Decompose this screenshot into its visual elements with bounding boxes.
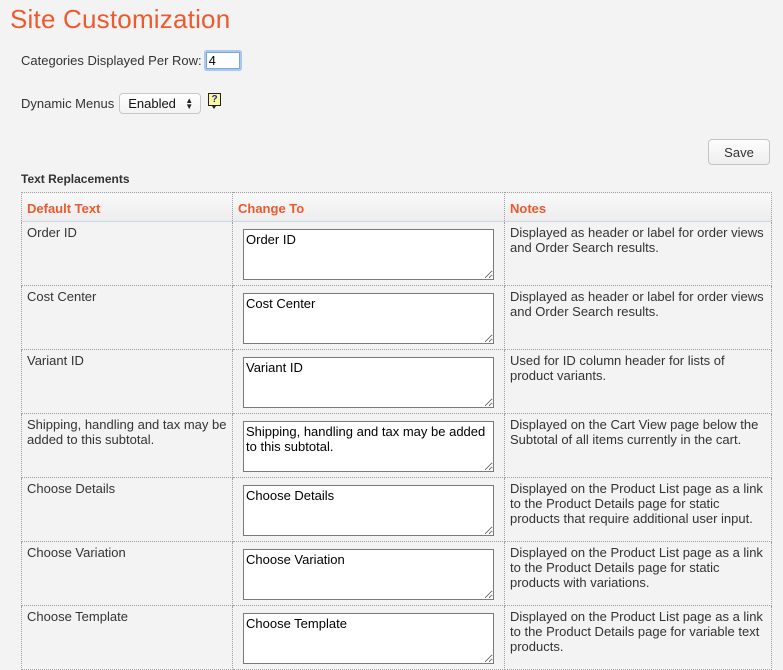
table-row: Shipping, handling and tax may be added …: [21, 413, 772, 478]
table-row: Order ID Order ID Displayed as header or…: [21, 221, 772, 286]
categories-per-row-input[interactable]: [205, 52, 240, 69]
notes-cell: Displayed on the Cart View page below th…: [504, 413, 772, 478]
default-text-cell: Choose Variation: [21, 541, 233, 606]
default-text-cell: Order ID: [21, 221, 233, 286]
table-row: Choose Details Choose Details Displayed …: [21, 477, 772, 542]
change-to-textarea[interactable]: Choose Variation: [243, 549, 494, 600]
change-to-textarea[interactable]: Choose Details: [243, 485, 494, 536]
categories-per-row-field: Categories Displayed Per Row:: [21, 52, 240, 69]
help-icon[interactable]: ?: [208, 93, 221, 109]
select-arrows-icon: ▲ ▼: [185, 95, 194, 111]
save-button[interactable]: Save: [708, 139, 770, 165]
change-to-cell: Choose Details: [232, 477, 505, 542]
change-to-textarea[interactable]: Shipping, handling and tax may be added …: [243, 421, 494, 472]
notes-cell: Displayed on the Product List page as a …: [504, 541, 772, 606]
notes-cell: Displayed as header or label for order v…: [504, 285, 772, 350]
page-title: Site Customization: [10, 4, 231, 34]
change-to-textarea[interactable]: Variant ID: [243, 357, 494, 408]
default-text-cell: Choose Template: [21, 605, 233, 670]
categories-per-row-label: Categories Displayed Per Row:: [21, 53, 202, 68]
change-to-cell: Choose Variation: [232, 541, 505, 606]
notes-cell: Displayed on the Product List page as a …: [504, 605, 772, 670]
table-row: Choose Variation Choose Variation Displa…: [21, 541, 772, 606]
dynamic-menus-field: Dynamic Menus Enabled ▲ ▼: [21, 93, 202, 114]
table-row: Variant ID Variant ID Used for ID column…: [21, 349, 772, 414]
notes-cell: Displayed as header or label for order v…: [504, 221, 772, 286]
notes-cell: Displayed on the Product List page as a …: [504, 477, 772, 542]
text-replacements-table: Default Text Change To Notes Order ID Or…: [21, 192, 772, 670]
column-header-change-to: Change To: [232, 192, 505, 222]
table-row: Cost Center Cost Center Displayed as hea…: [21, 285, 772, 350]
dynamic-menus-selected-value: Enabled: [128, 96, 176, 111]
text-replacements-heading: Text Replacements: [21, 172, 130, 186]
change-to-textarea[interactable]: Choose Template: [243, 613, 494, 664]
change-to-cell: Shipping, handling and tax may be added …: [232, 413, 505, 478]
column-header-default-text: Default Text: [21, 192, 233, 222]
dynamic-menus-select[interactable]: Enabled ▲ ▼: [119, 93, 202, 114]
change-to-textarea[interactable]: Cost Center: [243, 293, 494, 344]
change-to-cell: Cost Center: [232, 285, 505, 350]
notes-cell: Used for ID column header for lists of p…: [504, 349, 772, 414]
table-header-row: Default Text Change To Notes: [21, 192, 772, 222]
column-header-notes: Notes: [504, 192, 772, 222]
dynamic-menus-label: Dynamic Menus: [21, 96, 115, 111]
change-to-cell: Order ID: [232, 221, 505, 286]
default-text-cell: Shipping, handling and tax may be added …: [21, 413, 233, 478]
default-text-cell: Variant ID: [21, 349, 233, 414]
default-text-cell: Choose Details: [21, 477, 233, 542]
change-to-textarea[interactable]: Order ID: [243, 229, 494, 280]
table-row: Choose Template Choose Template Displaye…: [21, 605, 772, 670]
default-text-cell: Cost Center: [21, 285, 233, 350]
change-to-cell: Choose Template: [232, 605, 505, 670]
change-to-cell: Variant ID: [232, 349, 505, 414]
